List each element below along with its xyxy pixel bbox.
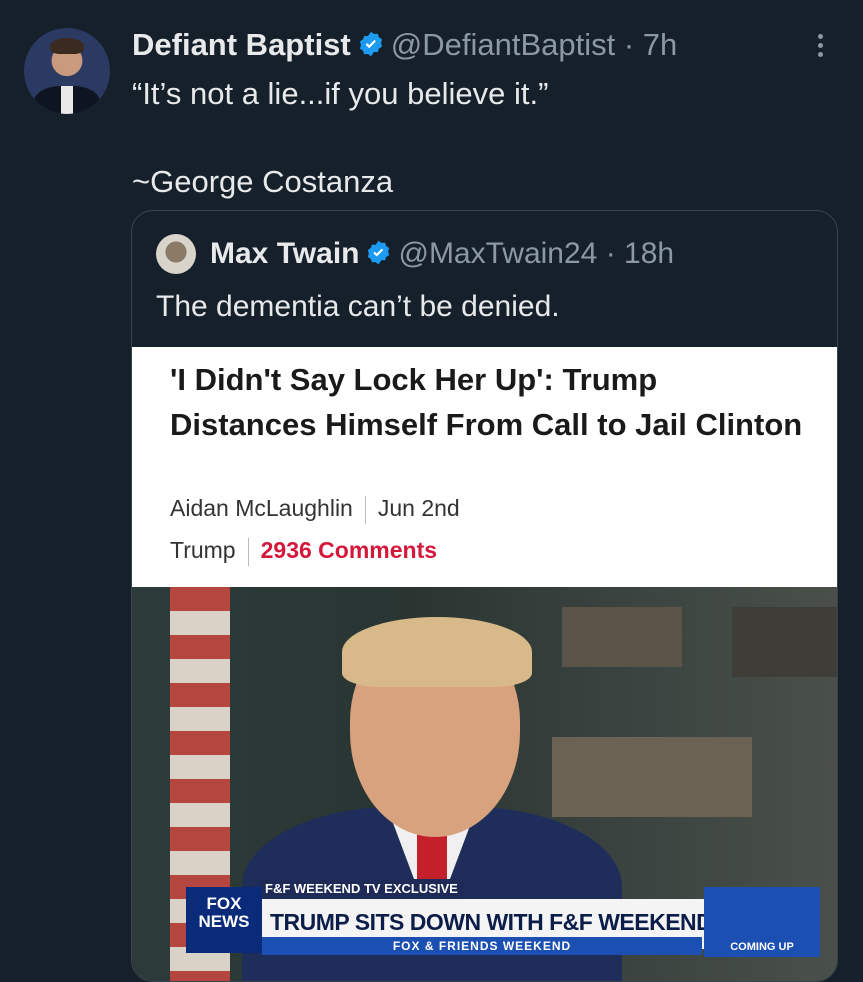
article-card[interactable]: 'I Didn't Say Lock Her Up': Trump Distan… (132, 347, 837, 587)
article-tag: Trump (170, 537, 236, 563)
timestamp[interactable]: · 7h (624, 27, 677, 62)
quoted-author-name[interactable]: Max Twain (210, 237, 359, 270)
more-options-icon[interactable] (812, 30, 828, 60)
author-name[interactable]: Defiant Baptist (132, 27, 351, 62)
article-byline: Aidan McLaughlin Jun 2nd (170, 495, 460, 524)
article-headline: 'I Didn't Say Lock Her Up': Trump Distan… (170, 362, 803, 442)
quoted-author-handle[interactable]: @MaxTwain24 (398, 237, 597, 270)
chyron-text: TRUMP SITS DOWN WITH F&F WEEKEND (270, 909, 713, 935)
tweet[interactable]: Defiant Baptist @DefiantBaptist · 7h “It’… (0, 0, 863, 982)
author-handle[interactable]: @DefiantBaptist (391, 27, 615, 62)
article-date: Jun 2nd (377, 495, 460, 521)
verified-badge-icon (365, 238, 392, 276)
coming-up-box: COMING UP (704, 887, 820, 957)
article-tags: Trump 2936 Comments (170, 537, 437, 566)
quoted-text: The dementia can’t be denied. (156, 290, 560, 323)
quoted-tweet[interactable]: Max Twain @MaxTwain24 · 18h The dementia … (131, 210, 838, 982)
chyron-bar: FOX & FRIENDS WEEKEND (262, 937, 702, 955)
avatar[interactable] (24, 28, 110, 114)
article-photo[interactable]: F&F WEEKEND TV EXCLUSIVE TRUMP SITS DOWN… (132, 587, 837, 981)
fox-news-logo: FOX NEWS (186, 887, 262, 953)
quoted-timestamp[interactable]: · 18h (606, 237, 674, 270)
coming-up-text: COMING UP (730, 941, 794, 953)
quoted-avatar[interactable] (156, 234, 196, 274)
article-comments: 2936 Comments (260, 537, 438, 563)
article-author: Aidan McLaughlin (170, 495, 353, 521)
tweet-header: Defiant Baptist @DefiantBaptist · 7h (132, 26, 677, 67)
chyron-tag: F&F WEEKEND TV EXCLUSIVE (259, 879, 464, 899)
tweet-text: “It’s not a lie...if you believe it.” ~G… (132, 76, 549, 199)
quoted-header: Max Twain @MaxTwain24 · 18h (210, 235, 674, 276)
verified-badge-icon (357, 29, 385, 67)
